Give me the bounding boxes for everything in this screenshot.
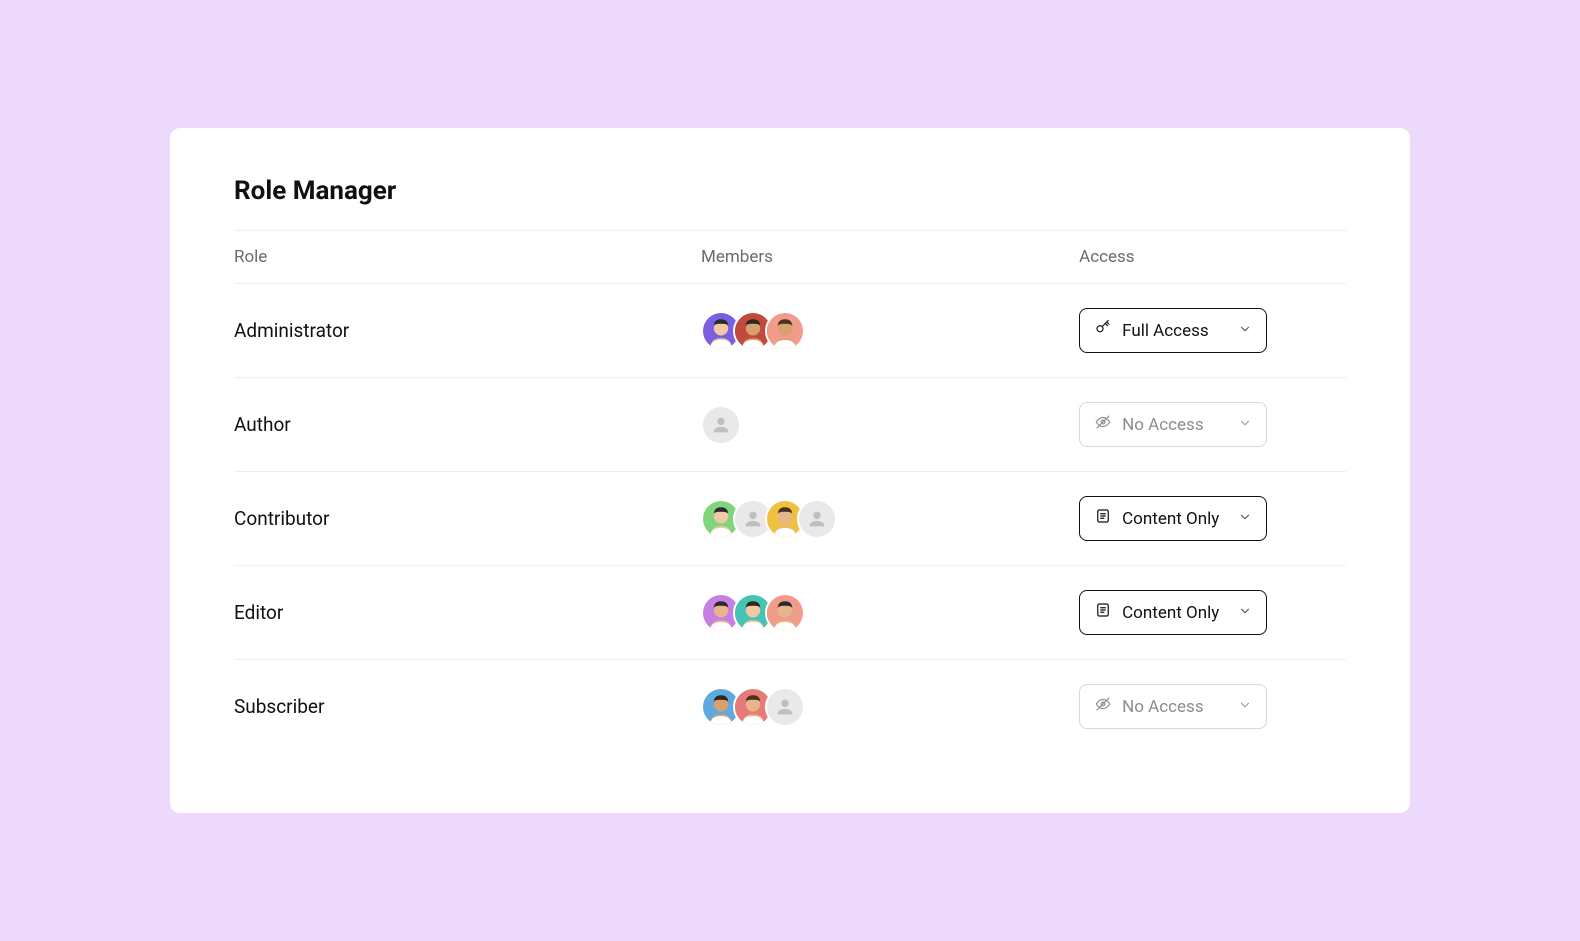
access-cell: No Access bbox=[1079, 660, 1346, 754]
members-cell bbox=[701, 660, 1079, 754]
access-label: Content Only bbox=[1122, 509, 1228, 529]
roles-table: Role Members Access Administrator Full A… bbox=[234, 230, 1346, 753]
key-icon bbox=[1094, 319, 1112, 342]
access-label: No Access bbox=[1122, 415, 1228, 435]
table-row: Author No Access bbox=[234, 378, 1346, 472]
members-cell bbox=[701, 566, 1079, 660]
avatar-placeholder bbox=[797, 499, 837, 539]
members-cell bbox=[701, 472, 1079, 566]
avatar-group bbox=[701, 593, 1079, 633]
eye-off-icon bbox=[1094, 695, 1112, 718]
access-label: No Access bbox=[1122, 697, 1228, 717]
avatar-group bbox=[701, 311, 1079, 351]
document-icon bbox=[1094, 507, 1112, 530]
role-name: Administrator bbox=[234, 284, 701, 378]
chevron-down-icon bbox=[1238, 603, 1252, 623]
access-select[interactable]: Content Only bbox=[1079, 590, 1267, 635]
role-name: Editor bbox=[234, 566, 701, 660]
avatar-group bbox=[701, 499, 1079, 539]
access-select[interactable]: Content Only bbox=[1079, 496, 1267, 541]
chevron-down-icon bbox=[1238, 321, 1252, 341]
table-row: Subscriber No Access bbox=[234, 660, 1346, 754]
col-access: Access bbox=[1079, 231, 1346, 284]
avatar bbox=[765, 593, 805, 633]
role-name: Author bbox=[234, 378, 701, 472]
table-row: Editor Content Only bbox=[234, 566, 1346, 660]
col-members: Members bbox=[701, 231, 1079, 284]
table-row: Administrator Full Access bbox=[234, 284, 1346, 378]
access-cell: Content Only bbox=[1079, 566, 1346, 660]
access-cell: Full Access bbox=[1079, 284, 1346, 378]
chevron-down-icon bbox=[1238, 415, 1252, 435]
eye-off-icon bbox=[1094, 413, 1112, 436]
page-title: Role Manager bbox=[234, 176, 1346, 206]
access-select[interactable]: No Access bbox=[1079, 402, 1267, 447]
chevron-down-icon bbox=[1238, 697, 1252, 717]
col-role: Role bbox=[234, 231, 701, 284]
avatar-placeholder bbox=[701, 405, 741, 445]
access-select[interactable]: Full Access bbox=[1079, 308, 1267, 353]
avatar-group bbox=[701, 687, 1079, 727]
members-cell bbox=[701, 284, 1079, 378]
role-manager-card: Role Manager Role Members Access Adminis… bbox=[170, 128, 1410, 813]
role-name: Subscriber bbox=[234, 660, 701, 754]
access-cell: Content Only bbox=[1079, 472, 1346, 566]
document-icon bbox=[1094, 601, 1112, 624]
access-cell: No Access bbox=[1079, 378, 1346, 472]
access-label: Content Only bbox=[1122, 603, 1228, 623]
role-name: Contributor bbox=[234, 472, 701, 566]
table-row: Contributor Content Only bbox=[234, 472, 1346, 566]
access-select[interactable]: No Access bbox=[1079, 684, 1267, 729]
avatar bbox=[765, 311, 805, 351]
avatar-group bbox=[701, 405, 1079, 445]
access-label: Full Access bbox=[1122, 321, 1228, 341]
avatar-placeholder bbox=[765, 687, 805, 727]
members-cell bbox=[701, 378, 1079, 472]
chevron-down-icon bbox=[1238, 509, 1252, 529]
